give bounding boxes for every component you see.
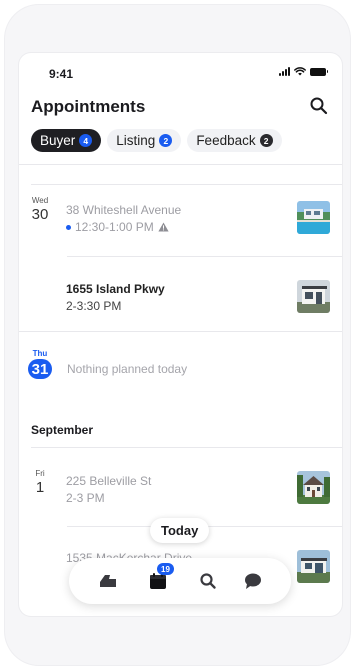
chat-icon[interactable] [242, 570, 264, 592]
wifi-icon [294, 67, 306, 76]
appointment-time: 12:30-1:00 PM [75, 220, 154, 234]
section-divider [31, 184, 342, 185]
appointment-time: 2-3:30 PM [66, 299, 122, 313]
day-number: 30 [31, 206, 49, 223]
day-number: 31 [28, 359, 52, 379]
appointment-time-row: 2-3:30 PM [66, 299, 165, 313]
search-icon[interactable] [308, 95, 330, 117]
today-day-label: Thu 31 [26, 349, 54, 379]
appointment-time-row: 2-3 PM [66, 491, 151, 505]
count-badge: 2 [259, 134, 273, 147]
count-badge: 4 [79, 134, 93, 147]
appointment-address: 1655 Island Pkwy [66, 282, 165, 296]
battery-icon [310, 67, 328, 76]
month-divider [31, 447, 342, 448]
status-icons [279, 67, 328, 76]
home-icon[interactable] [97, 570, 119, 592]
victorian-house-thumbnail [297, 471, 330, 504]
appointment-address: 225 Belleville St [66, 474, 152, 488]
item-divider [67, 256, 342, 257]
day-of-week: Wed [31, 196, 49, 205]
tab-feedback[interactable]: Feedback 2 [187, 129, 282, 152]
appointment-item[interactable]: 38 Whiteshell Avenue 12:30-1:00 PM [66, 203, 181, 234]
header-divider [19, 164, 342, 165]
appointment-item[interactable]: 225 Belleville St 2-3 PM [66, 474, 151, 505]
signal-icon [279, 67, 290, 76]
warning-icon [158, 222, 169, 232]
status-bar: 9:41 [19, 53, 342, 87]
day-label: Wed 30 [29, 196, 51, 223]
appointment-address: 38 Whiteshell Avenue [66, 203, 182, 217]
modern-house-thumbnail-2 [297, 550, 330, 583]
day-label: Fri 1 [29, 469, 51, 496]
day-of-week: Thu [32, 349, 48, 358]
bottom-nav: 19 [69, 558, 291, 604]
appointment-time: 2-3 PM [66, 491, 105, 505]
count-badge: 2 [159, 134, 173, 147]
month-header: September [31, 423, 94, 437]
filter-tabs: Buyer 4 Listing 2 Feedback 2 [31, 129, 282, 152]
tab-label: Feedback [196, 133, 256, 148]
calendar-badge: 19 [157, 563, 174, 575]
appointment-time-row: 12:30-1:00 PM [66, 220, 181, 234]
status-dot-icon [66, 224, 71, 230]
page-title: Appointments [31, 97, 146, 116]
status-time: 9:41 [49, 67, 74, 81]
tab-label: Buyer [40, 133, 76, 148]
house-pool-thumbnail [297, 201, 330, 234]
app-screen: 9:41 Appointments Buyer 4 Listing 2 Feed… [19, 53, 342, 616]
tab-listing[interactable]: Listing 2 [107, 129, 182, 152]
today-button[interactable]: Today [150, 518, 210, 543]
empty-day-text: Nothing planned today [67, 362, 188, 376]
day-of-week: Fri [35, 469, 45, 478]
tab-buyer[interactable]: Buyer 4 [31, 129, 102, 152]
modern-house-thumbnail [297, 280, 330, 313]
day-divider [19, 331, 342, 332]
day-number: 1 [35, 479, 45, 496]
search-icon[interactable] [197, 570, 219, 592]
tab-label: Listing [116, 133, 156, 148]
appointment-item[interactable]: 1655 Island Pkwy 2-3:30 PM [66, 282, 165, 313]
